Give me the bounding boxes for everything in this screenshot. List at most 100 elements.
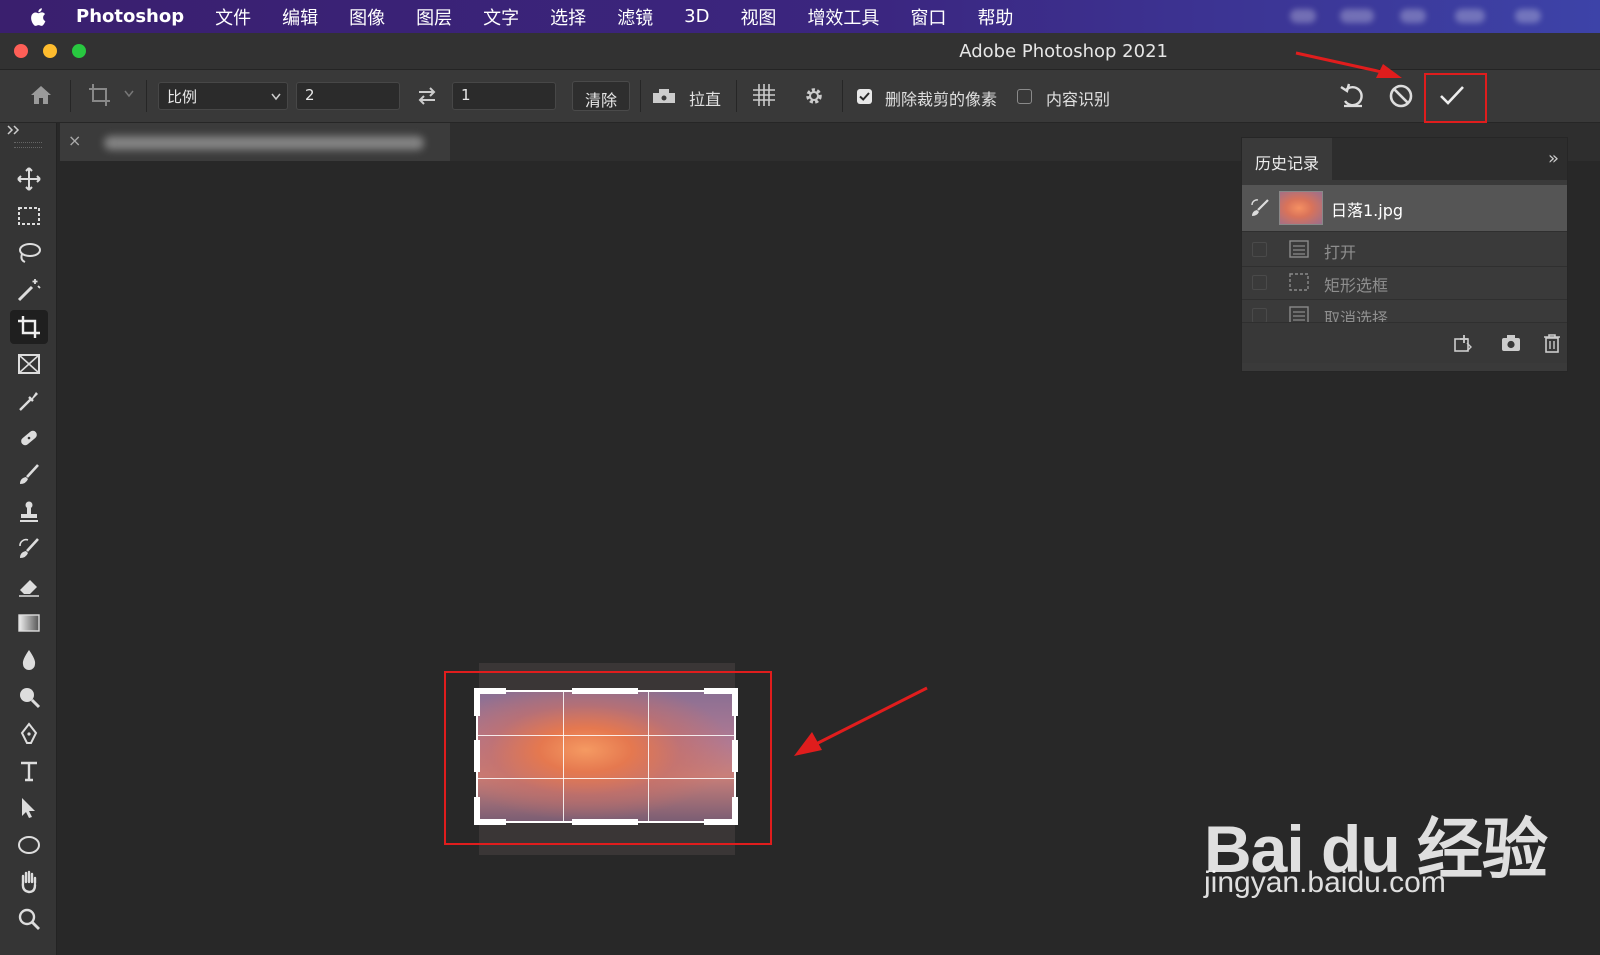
menu-3d[interactable]: 3D — [684, 6, 709, 27]
swap-dimensions-icon[interactable] — [414, 83, 440, 109]
content-aware-label[interactable]: 内容识别 — [1046, 86, 1110, 110]
history-panel: 历史记录 » 日落1.jpg 打开 矩形选框 取消选择 — [1241, 137, 1568, 372]
menu-image[interactable]: 图像 — [349, 4, 385, 30]
home-icon[interactable] — [28, 83, 54, 107]
menu-filter[interactable]: 滤镜 — [617, 4, 653, 30]
crop-tool-preset-icon[interactable] — [86, 82, 116, 110]
menu-select[interactable]: 选择 — [550, 4, 586, 30]
status-icon-blurred — [1290, 9, 1316, 23]
ratio-select[interactable]: 比例 — [158, 82, 288, 110]
clone-stamp-tool[interactable] — [10, 495, 48, 529]
ellipse-tool[interactable] — [10, 828, 48, 862]
eyedropper-icon — [19, 392, 38, 411]
ratio-width-input[interactable]: 2 — [296, 82, 400, 110]
path-selection-tool[interactable] — [10, 791, 48, 825]
history-step-checkbox[interactable] — [1252, 275, 1267, 290]
content-aware-checkbox[interactable] — [1017, 89, 1032, 104]
panel-grip[interactable] — [14, 142, 42, 148]
history-step-checkbox[interactable] — [1252, 308, 1267, 323]
history-step-label: 矩形选框 — [1324, 276, 1389, 295]
menu-help[interactable]: 帮助 — [977, 4, 1013, 30]
arrow-pointer-icon — [22, 798, 35, 818]
menu-plugins[interactable]: 增效工具 — [807, 4, 879, 30]
history-step-checkbox[interactable] — [1252, 242, 1267, 257]
stamp-icon — [20, 501, 38, 522]
pen-icon — [20, 722, 38, 744]
annotation-arrow-icon — [1295, 51, 1402, 78]
gradient-icon — [18, 614, 40, 632]
dodge-tool[interactable] — [10, 680, 48, 714]
menu-edit[interactable]: 编辑 — [282, 4, 318, 30]
delete-cropped-pixels-checkbox[interactable] — [857, 89, 872, 104]
zoom-tool[interactable] — [10, 902, 48, 936]
marquee-icon — [1289, 273, 1309, 291]
menu-app-photoshop[interactable]: Photoshop — [76, 6, 184, 27]
blur-tool[interactable] — [10, 643, 48, 677]
tab-history[interactable]: 历史记录 — [1242, 138, 1332, 180]
move-icon — [17, 167, 41, 191]
menu-type[interactable]: 文字 — [483, 4, 519, 30]
history-snapshot-row[interactable]: 日落1.jpg — [1242, 185, 1567, 232]
document-tab[interactable]: × — [60, 123, 450, 161]
menu-layer[interactable]: 图层 — [416, 4, 452, 30]
trash-icon[interactable] — [1541, 332, 1563, 354]
apple-logo-icon[interactable] — [26, 6, 52, 28]
panel-collapse-icon[interactable]: » — [1548, 148, 1559, 169]
brush-tool[interactable] — [10, 458, 48, 492]
delete-cropped-pixels-label[interactable]: 删除裁剪的像素 — [885, 86, 997, 110]
straighten-label[interactable]: 拉直 — [689, 86, 721, 110]
camera-icon[interactable] — [1500, 332, 1522, 354]
commit-highlight-box — [1424, 73, 1487, 123]
history-step-row[interactable]: 打开 — [1242, 233, 1567, 267]
eyedropper-tool[interactable] — [10, 384, 48, 418]
pen-tool[interactable] — [10, 717, 48, 751]
expand-panel-icon[interactable] — [7, 125, 21, 135]
crop-icon — [18, 316, 40, 338]
move-tool[interactable] — [10, 162, 48, 196]
hand-tool[interactable] — [10, 865, 48, 899]
annotation-arrow-icon — [794, 686, 928, 756]
eraser-tool[interactable] — [10, 569, 48, 603]
ratio-height-value: 1 — [461, 86, 471, 104]
menu-view[interactable]: 视图 — [740, 4, 776, 30]
clear-button[interactable]: 清除 — [572, 81, 631, 111]
magnifier-icon — [18, 908, 40, 930]
close-tab-icon[interactable]: × — [68, 131, 81, 150]
separator — [146, 80, 147, 112]
ratio-height-input[interactable]: 1 — [452, 82, 556, 110]
status-icon-blurred — [1400, 9, 1426, 23]
history-panel-footer — [1242, 322, 1567, 363]
snapshot-label: 日落1.jpg — [1331, 201, 1404, 220]
frame-tool[interactable] — [10, 347, 48, 381]
clear-button-label: 清除 — [585, 91, 618, 110]
crop-tool[interactable] — [10, 310, 48, 344]
healing-brush-tool[interactable] — [10, 421, 48, 455]
history-brush-tool[interactable] — [10, 532, 48, 566]
separator — [736, 80, 737, 112]
magic-wand-icon — [17, 279, 41, 302]
magic-wand-tool[interactable] — [10, 273, 48, 307]
gear-icon[interactable] — [800, 82, 828, 110]
menu-window[interactable]: 窗口 — [910, 4, 946, 30]
history-step-label: 打开 — [1324, 243, 1357, 262]
eraser-icon — [19, 580, 39, 597]
type-icon — [21, 761, 37, 782]
separator — [640, 80, 641, 112]
type-tool[interactable] — [10, 754, 48, 788]
new-document-from-state-icon[interactable] — [1452, 332, 1474, 354]
straighten-level-icon[interactable] — [650, 83, 678, 109]
lasso-tool[interactable] — [10, 236, 48, 270]
lasso-icon — [19, 243, 41, 263]
chevron-down-icon[interactable] — [124, 90, 134, 98]
marquee-tool[interactable] — [10, 199, 48, 233]
history-step-row[interactable]: 矩形选框 — [1242, 266, 1567, 300]
history-brush-source-icon[interactable] — [1249, 197, 1271, 219]
menu-file[interactable]: 文件 — [215, 4, 251, 30]
frame-icon — [18, 354, 40, 374]
brush-icon — [20, 464, 39, 484]
gradient-tool[interactable] — [10, 606, 48, 640]
checkmark-icon — [859, 92, 870, 101]
status-icon-blurred — [1340, 9, 1374, 23]
snapshot-thumbnail — [1279, 191, 1323, 225]
overlay-grid-icon[interactable] — [750, 81, 778, 109]
